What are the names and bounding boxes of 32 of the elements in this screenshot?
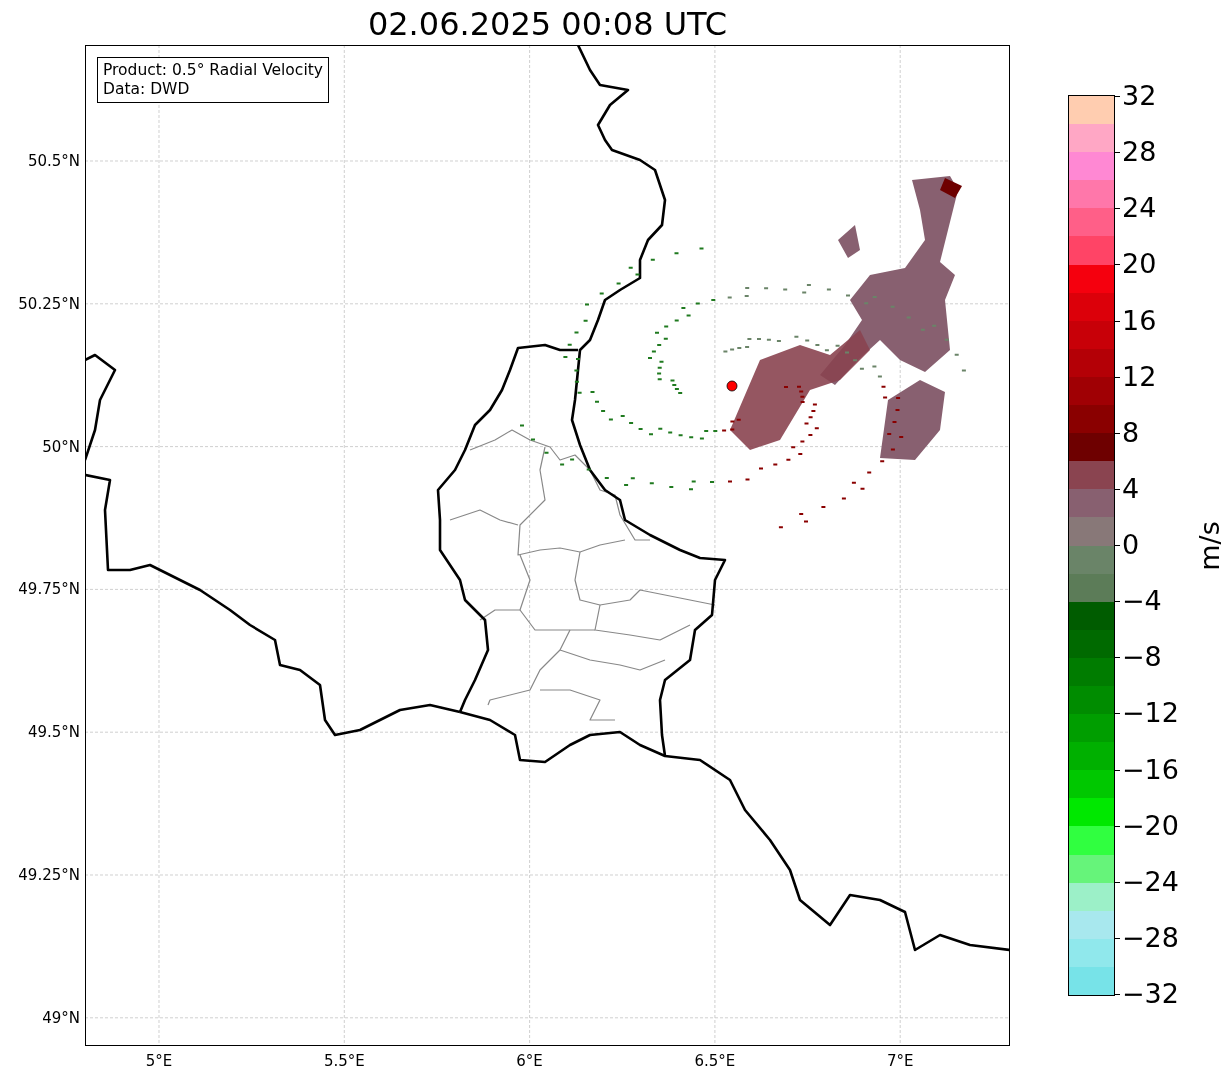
colorbar-tick-label: −4 [1122, 585, 1162, 618]
colorbar-tick-label: 16 [1122, 304, 1157, 337]
colorbar-tick-label: 20 [1122, 248, 1157, 281]
colorbar-tick-label: −16 [1122, 753, 1179, 786]
colorbar-tick-label: 4 [1122, 472, 1140, 505]
latitude-label: 50.5°N [27, 152, 80, 170]
colorbar-tick-label: −32 [1122, 978, 1179, 1010]
latitude-label: 49.5°N [27, 723, 80, 742]
colorbar-tick-label: −12 [1122, 697, 1179, 730]
latitude-label: 49.75°N [18, 580, 80, 599]
colorbar-tick-label: 8 [1122, 416, 1140, 449]
longitude-label: 6°E [516, 1052, 543, 1070]
colorbar-tick-label: −28 [1122, 921, 1179, 954]
longitude-label: 5.5°E [323, 1052, 365, 1070]
colorbar-tick-label: 12 [1122, 360, 1157, 393]
colorbar-tick-label: 24 [1122, 192, 1157, 225]
info-box: Product: 0.5° Radial Velocity Data: DWD [97, 57, 329, 103]
latitude-label: 49°N [42, 1008, 80, 1027]
colorbar-tick-label: −24 [1122, 865, 1179, 898]
colorbar-tick-label: −20 [1122, 809, 1179, 842]
colorbar-unit-label: m/s [1193, 521, 1225, 571]
colorbar-tick-label: 28 [1122, 136, 1157, 169]
latitude-label: 50.25°N [18, 294, 80, 313]
chart-title: 02.06.2025 00:08 UTC [366, 4, 729, 45]
colorbar-tick-label: 0 [1122, 529, 1140, 561]
longitude-label: 6.5°E [694, 1052, 736, 1070]
longitude-label: 5°E [145, 1052, 173, 1070]
longitude-label: 7°E [886, 1052, 914, 1070]
colorbar-tick-label: −8 [1122, 641, 1162, 674]
colorbar-tick-label: 32 [1122, 80, 1157, 112]
latitude-label: 49.25°N [18, 866, 80, 884]
latitude-label: 50°N [42, 437, 80, 456]
